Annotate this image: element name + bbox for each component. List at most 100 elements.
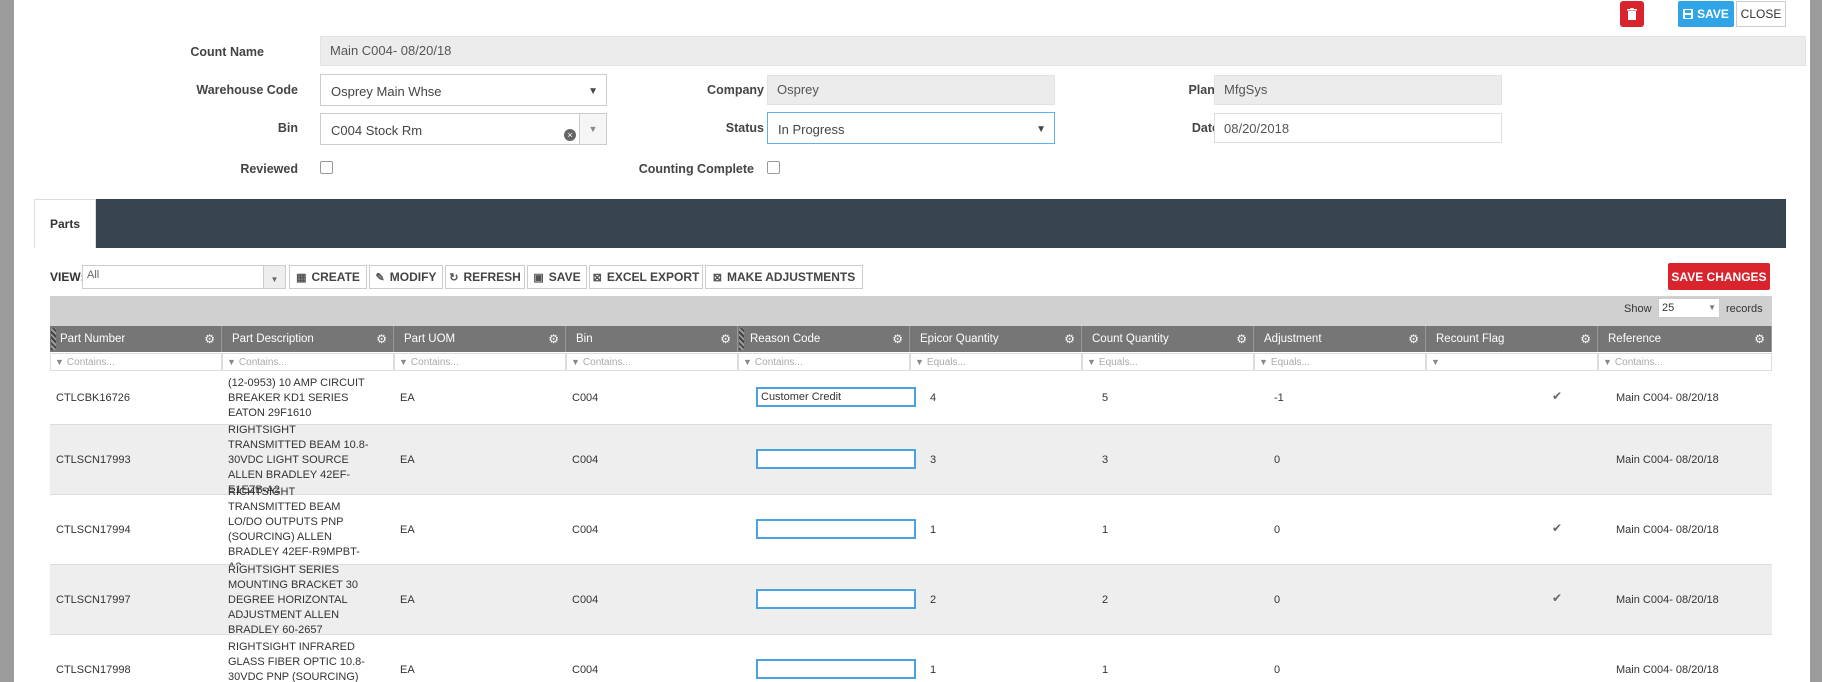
filter-epicor-quantity[interactable]: ▼ Equals... bbox=[910, 353, 1082, 371]
filter-reference[interactable]: ▼ Contains... bbox=[1598, 353, 1772, 371]
epicor-quantity-cell: 1 bbox=[930, 523, 937, 536]
reference-cell: Main C004- 08/20/18 bbox=[1616, 392, 1719, 404]
column-header-reference[interactable]: Reference ⚙ bbox=[1598, 326, 1772, 352]
count-quantity-cell[interactable]: 5 bbox=[1102, 372, 1252, 425]
gear-icon[interactable]: ⚙ bbox=[376, 326, 387, 352]
recount-checkmark-icon: ✔ bbox=[1552, 591, 1563, 605]
grid-icon: ▦ bbox=[296, 271, 307, 284]
column-label: Part Description bbox=[232, 333, 314, 345]
reason-code-input[interactable] bbox=[756, 449, 916, 469]
filter-reason-code[interactable]: ▼ Contains... bbox=[738, 353, 910, 371]
clear-icon[interactable]: × bbox=[564, 129, 576, 141]
page-size-select[interactable]: 25 ▼ bbox=[1658, 298, 1720, 318]
plant-label: Plant bbox=[1188, 83, 1219, 97]
column-header-epicor-quantity[interactable]: Epicor Quantity ⚙ bbox=[910, 326, 1082, 352]
column-label: Count Quantity bbox=[1092, 333, 1169, 345]
table-row[interactable]: CTLSCN17997 RIGHTSIGHT SERIES MOUNTING B… bbox=[50, 564, 1772, 636]
save-changes-button[interactable]: SAVE CHANGES bbox=[1668, 263, 1770, 290]
part-description-cell: RIGHTSIGHT INFRARED GLASS FIBER OPTIC 10… bbox=[228, 641, 365, 682]
gear-icon[interactable]: ⚙ bbox=[204, 326, 215, 352]
table-row[interactable]: CTLSCN17998 RIGHTSIGHT INFRARED GLASS FI… bbox=[50, 635, 1772, 682]
column-label: Part UOM bbox=[404, 333, 456, 345]
table-row[interactable]: CTLSCN17994 RICHTSIGHT TRANSMITTED BEAM … bbox=[50, 486, 1772, 573]
filter-part-description[interactable]: ▼ Contains... bbox=[222, 353, 394, 371]
filter-count-quantity[interactable]: ▼ Equals... bbox=[1082, 353, 1254, 371]
excel-export-button[interactable]: ⊠ EXCEL EXPORT bbox=[589, 265, 703, 289]
save-label: SAVE bbox=[1697, 7, 1729, 21]
reason-code-input[interactable] bbox=[756, 519, 916, 539]
close-button[interactable]: CLOSE bbox=[1736, 1, 1786, 27]
gear-icon[interactable]: ⚙ bbox=[1754, 326, 1765, 352]
counting-complete-checkbox[interactable] bbox=[767, 161, 780, 174]
reason-code-input[interactable]: Customer Credit bbox=[756, 387, 916, 407]
column-header-reason-code[interactable]: Reason Code ⚙ bbox=[738, 326, 910, 352]
part-uom-cell: EA bbox=[400, 663, 415, 676]
plant-field: MfgSys bbox=[1214, 75, 1502, 105]
reason-code-input[interactable] bbox=[756, 659, 916, 679]
dropdown-arrow-icon: ▼ bbox=[588, 86, 598, 97]
filter-part-number[interactable]: ▼ Contains... bbox=[50, 353, 222, 371]
status-select[interactable]: In Progress ▼ bbox=[767, 112, 1055, 144]
column-header-part-number[interactable]: Part Number ⚙ bbox=[50, 326, 222, 352]
view-value: All bbox=[87, 269, 100, 281]
bin-cell: C004 bbox=[572, 523, 599, 536]
column-header-adjustment[interactable]: Adjustment ⚙ bbox=[1254, 326, 1426, 352]
column-header-part-description[interactable]: Part Description ⚙ bbox=[222, 326, 394, 352]
column-label: Reason Code bbox=[750, 333, 821, 345]
column-label: Part Number bbox=[60, 333, 126, 345]
gear-icon[interactable]: ⚙ bbox=[548, 326, 559, 352]
reason-code-input[interactable] bbox=[756, 589, 916, 609]
table-row[interactable]: CTLCBK16726 (12-0953) 10 AMP CIRCUIT BRE… bbox=[50, 372, 1772, 425]
count-quantity-cell[interactable]: 2 bbox=[1102, 565, 1252, 635]
column-header-part-uom[interactable]: Part UOM ⚙ bbox=[394, 326, 566, 352]
save-button[interactable]: SAVE bbox=[1678, 1, 1734, 27]
filter-part-uom[interactable]: ▼ Contains... bbox=[394, 353, 566, 371]
make-adjustments-button[interactable]: ⊠ MAKE ADJUSTMENTS bbox=[705, 265, 863, 289]
bin-combobox[interactable]: C004 Stock Rm × ▼ bbox=[320, 113, 607, 145]
date-input[interactable]: 08/20/2018 bbox=[1214, 113, 1502, 143]
create-button[interactable]: ▦ CREATE bbox=[289, 265, 367, 289]
column-label: Epicor Quantity bbox=[920, 333, 999, 345]
delete-button[interactable] bbox=[1620, 1, 1644, 27]
gear-icon[interactable]: ⚙ bbox=[1408, 326, 1419, 352]
count-quantity-cell[interactable]: 3 bbox=[1102, 425, 1252, 495]
adjustment-cell: 0 bbox=[1274, 663, 1281, 676]
reviewed-label: Reviewed bbox=[240, 162, 298, 176]
filter-icon: ▼ bbox=[1259, 357, 1268, 367]
grid-save-button[interactable]: ▣ SAVE bbox=[527, 265, 587, 289]
epicor-quantity-cell: 4 bbox=[930, 392, 937, 404]
column-header-recount-flag[interactable]: Recount Flag ⚙ bbox=[1426, 326, 1598, 352]
dropdown-arrow-icon[interactable]: ▼ bbox=[263, 266, 285, 288]
refresh-button[interactable]: ↻ REFRESH bbox=[445, 265, 525, 289]
refresh-label: REFRESH bbox=[463, 270, 521, 284]
gear-icon[interactable]: ⚙ bbox=[1064, 326, 1075, 352]
dropdown-arrow-icon[interactable]: ▼ bbox=[579, 114, 606, 144]
reviewed-checkbox[interactable] bbox=[320, 161, 333, 174]
epicor-quantity-cell: 3 bbox=[930, 453, 937, 466]
gear-icon[interactable]: ⚙ bbox=[720, 326, 731, 352]
edit-icon: ✎ bbox=[375, 271, 385, 284]
count-quantity-cell[interactable]: 1 bbox=[1102, 495, 1252, 565]
count-quantity-cell[interactable]: 1 bbox=[1102, 635, 1252, 682]
epicor-quantity-cell: 1 bbox=[930, 663, 937, 676]
filter-adjustment[interactable]: ▼ Equals... bbox=[1254, 353, 1426, 371]
filter-icon: ▼ bbox=[571, 357, 580, 367]
gear-icon[interactable]: ⚙ bbox=[892, 326, 903, 352]
view-select[interactable]: All ▼ bbox=[82, 265, 286, 289]
gear-icon[interactable]: ⚙ bbox=[1236, 326, 1247, 352]
filter-recount-flag[interactable]: ▼ bbox=[1426, 353, 1598, 371]
tab-parts[interactable]: Parts bbox=[34, 199, 96, 248]
modify-button[interactable]: ✎ MODIFY bbox=[369, 265, 443, 289]
filter-icon: ▼ bbox=[1087, 357, 1096, 367]
column-header-count-quantity[interactable]: Count Quantity ⚙ bbox=[1082, 326, 1254, 352]
view-label: VIEW: bbox=[50, 270, 85, 284]
part-description-cell: (12-0953) 10 AMP CIRCUIT BREAKER KD1 SER… bbox=[228, 377, 365, 419]
column-header-bin[interactable]: Bin ⚙ bbox=[566, 326, 738, 352]
reference-cell: Main C004- 08/20/18 bbox=[1616, 593, 1719, 606]
warehouse-code-select[interactable]: Osprey Main Whse ▼ bbox=[320, 74, 607, 106]
filter-bin[interactable]: ▼ Contains... bbox=[566, 353, 738, 371]
filter-icon: ▼ bbox=[55, 357, 64, 367]
recount-checkmark-icon: ✔ bbox=[1552, 521, 1563, 535]
filter-icon: ▼ bbox=[743, 357, 752, 367]
gear-icon[interactable]: ⚙ bbox=[1580, 326, 1591, 352]
